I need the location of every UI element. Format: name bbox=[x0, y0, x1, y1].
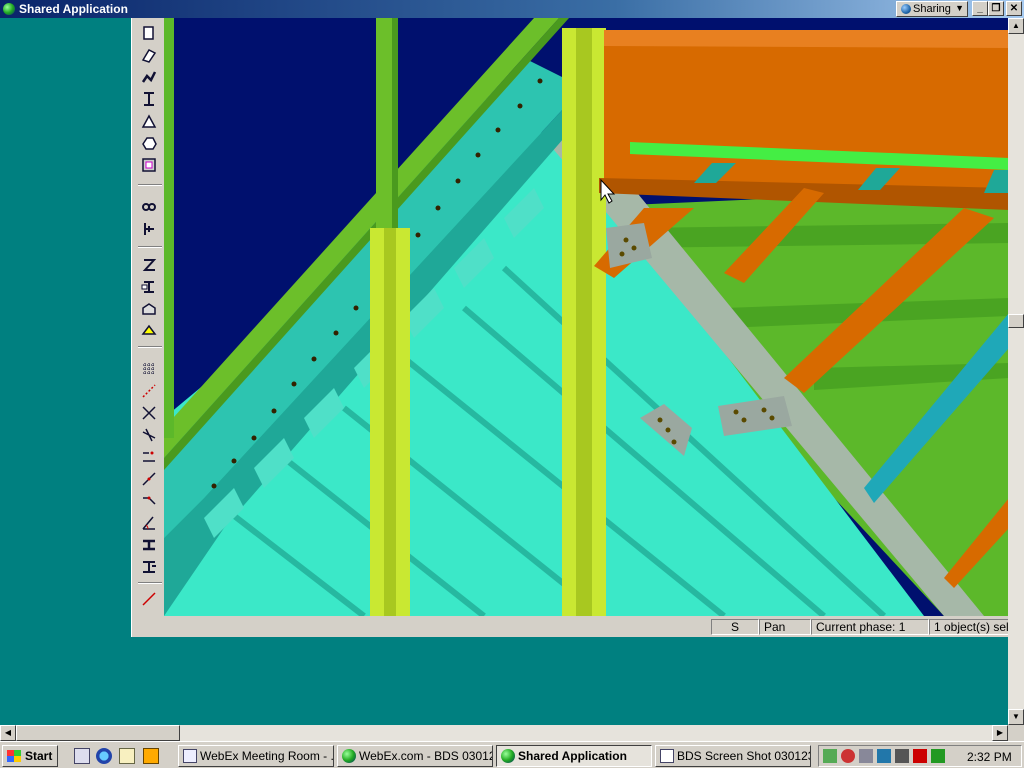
detail-icon[interactable] bbox=[140, 300, 158, 318]
task-webex-meeting-room[interactable]: WebEx Meeting Room - ... bbox=[178, 745, 334, 767]
vertical-scrollbar[interactable]: ▲ ▼ bbox=[1008, 18, 1024, 725]
modeling-toolbar bbox=[136, 20, 164, 616]
bolt-group-icon[interactable] bbox=[140, 198, 158, 216]
media-player-icon[interactable] bbox=[143, 748, 159, 764]
close-icon: ✕ bbox=[1009, 3, 1019, 14]
paint-icon bbox=[660, 749, 674, 763]
point-offset-icon[interactable] bbox=[140, 426, 158, 444]
minimize-icon: _ bbox=[977, 3, 983, 14]
start-button[interactable]: Start bbox=[2, 745, 58, 767]
task-bds-screen-shot[interactable]: BDS Screen Shot 030123... bbox=[655, 745, 811, 767]
task-webex-com[interactable]: WebEx.com - BDS 030123B bbox=[337, 745, 493, 767]
show-desktop-icon[interactable] bbox=[74, 748, 90, 764]
network-icon[interactable] bbox=[823, 749, 837, 763]
plate-icon[interactable] bbox=[140, 24, 158, 42]
angle-icon[interactable] bbox=[140, 514, 158, 532]
cad-window: S Pan Current phase: 1 1 object(s) selec bbox=[131, 18, 1009, 637]
contour-plate-icon[interactable] bbox=[140, 134, 158, 152]
webex-globe-icon bbox=[3, 3, 15, 15]
start-label: Start bbox=[25, 749, 53, 763]
title-bar[interactable]: Shared Application Sharing ▼ _ ❐ ✕ bbox=[0, 0, 1024, 18]
sound-icon[interactable] bbox=[931, 749, 945, 763]
phase-indicator: Current phase: 1 bbox=[811, 619, 929, 635]
3d-model-viewport[interactable] bbox=[164, 18, 1009, 616]
vertical-scroll-thumb[interactable] bbox=[1008, 314, 1024, 328]
system-tray: 2:32 PM bbox=[818, 745, 1022, 767]
column-icon[interactable] bbox=[140, 112, 158, 130]
selection-indicator: 1 object(s) selec bbox=[929, 619, 1009, 635]
measure-icon[interactable] bbox=[140, 590, 158, 608]
antivirus-icon[interactable] bbox=[841, 749, 855, 763]
scroll-up-button[interactable]: ▲ bbox=[1008, 18, 1024, 34]
steel-model-drawing bbox=[164, 18, 1009, 616]
scrollbar-corner bbox=[1008, 725, 1024, 741]
beam-cut-icon[interactable] bbox=[140, 558, 158, 576]
internet-explorer-icon[interactable] bbox=[96, 748, 112, 764]
taskbar: Start WebEx Meeting Room - ... WebEx.com… bbox=[0, 741, 1024, 768]
restore-icon: ❐ bbox=[991, 3, 1001, 14]
webex-globe-icon bbox=[342, 749, 356, 763]
concrete-panel-icon[interactable] bbox=[140, 156, 158, 174]
arc-points-icon[interactable] bbox=[140, 492, 158, 510]
weld-icon[interactable] bbox=[140, 220, 158, 238]
mode-indicator: Pan bbox=[759, 619, 811, 635]
printer-icon[interactable] bbox=[895, 749, 909, 763]
point-icon[interactable] bbox=[140, 382, 158, 400]
webex-icon bbox=[183, 749, 197, 763]
scroll-down-button[interactable]: ▼ bbox=[1008, 709, 1024, 725]
minimize-button[interactable]: _ bbox=[972, 1, 988, 16]
component-icon[interactable] bbox=[140, 256, 158, 274]
webex-globe-icon bbox=[501, 749, 515, 763]
snap-indicator: S bbox=[711, 619, 759, 635]
seam-icon[interactable] bbox=[140, 322, 158, 340]
sharing-dropdown[interactable]: Sharing ▼ bbox=[896, 1, 968, 17]
outlook-icon[interactable] bbox=[119, 748, 135, 764]
restore-button[interactable]: ❐ bbox=[988, 1, 1004, 16]
horizontal-scrollbar[interactable]: ◀ ▶ bbox=[0, 725, 1008, 741]
windows-logo-icon bbox=[7, 750, 21, 762]
close-button[interactable]: ✕ bbox=[1006, 1, 1022, 16]
lock-icon[interactable] bbox=[859, 749, 873, 763]
task-shared-application[interactable]: Shared Application bbox=[496, 745, 652, 767]
clock: 2:32 PM bbox=[967, 750, 1012, 764]
horizontal-scroll-thumb[interactable] bbox=[16, 725, 180, 741]
chevron-down-icon: ▼ bbox=[955, 3, 964, 13]
divide-line-icon[interactable] bbox=[140, 470, 158, 488]
scroll-left-button[interactable]: ◀ bbox=[0, 725, 16, 741]
bent-plate-icon[interactable] bbox=[140, 46, 158, 64]
intersection-icon[interactable] bbox=[140, 404, 158, 422]
scroll-right-button[interactable]: ▶ bbox=[992, 725, 1008, 741]
adobe-icon[interactable] bbox=[913, 749, 927, 763]
polybeam-icon[interactable] bbox=[140, 68, 158, 86]
grid-icon[interactable] bbox=[140, 360, 158, 378]
sharing-globe-icon bbox=[901, 4, 911, 14]
sharing-label: Sharing bbox=[913, 3, 951, 15]
connection-icon[interactable] bbox=[140, 278, 158, 296]
beam-icon[interactable] bbox=[140, 90, 158, 108]
steel-section-icon[interactable] bbox=[140, 536, 158, 554]
line-points-icon[interactable] bbox=[140, 448, 158, 466]
display-icon[interactable] bbox=[877, 749, 891, 763]
status-bar: S Pan Current phase: 1 1 object(s) selec bbox=[132, 617, 1009, 637]
window-title: Shared Application bbox=[19, 2, 128, 16]
